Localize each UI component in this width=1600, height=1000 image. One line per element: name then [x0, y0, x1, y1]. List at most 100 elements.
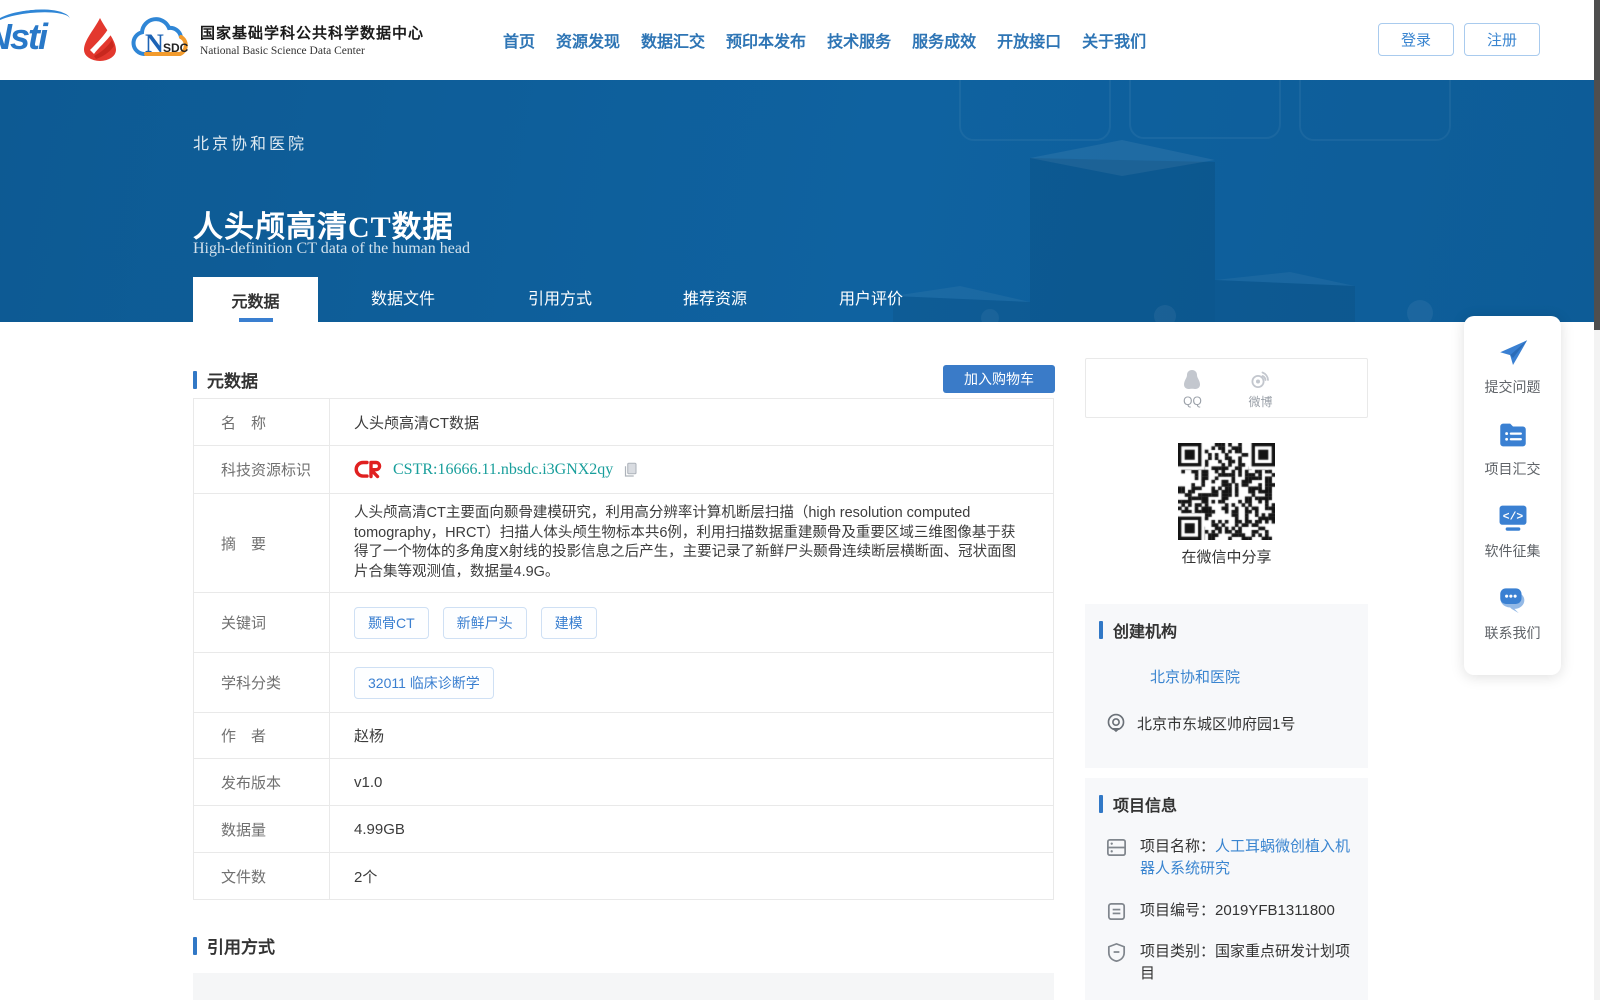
row-value: v1.0 [330, 759, 1053, 805]
share-box: QQ 微博 [1085, 358, 1368, 418]
code-monitor-icon: </> [1496, 500, 1530, 534]
page-scrollbar[interactable] [1594, 0, 1600, 1000]
section-accent-bar [1099, 795, 1103, 813]
row-value: 人头颅高清CT数据 [330, 399, 1053, 445]
floating-action-panel: 提交问题 项目汇交 </> 软件征集 联系 [1464, 316, 1561, 675]
nsdc-logo-text: 国家基础学科公共科学数据中心 National Basic Science Da… [200, 22, 424, 57]
row-value: 4.99GB [330, 806, 1053, 852]
red-flame-logo[interactable] [80, 16, 120, 62]
organization-address: 北京市东城区帅府园1号 [1105, 712, 1295, 734]
nsti-logo[interactable]: Nsti [0, 16, 46, 58]
section-accent-bar [193, 937, 197, 955]
keyword-tag[interactable]: 新鲜尸头 [443, 607, 527, 639]
project-name-item: 项目名称：人工耳蜗微创植入机器人系统研究 [1105, 836, 1352, 880]
organization-box-title: 创建机构 [1099, 618, 1177, 642]
row-value: CSTR:16666.11.nbsdc.i3GNX2qy [330, 446, 1053, 493]
cstr-logo-icon [354, 459, 385, 480]
nav-item-resource-discovery[interactable]: 资源发现 [556, 28, 620, 52]
table-row-cstr: 科技资源标识 CSTR:16666.11.nbsdc.i3GNX2qy [194, 446, 1053, 494]
row-label: 作 者 [194, 713, 330, 758]
nav-item-tech-service[interactable]: 技术服务 [827, 28, 891, 52]
svg-text:N: N [145, 29, 164, 58]
hero-banner: 北京协和医院 人头颅高清CT数据 High-definition CT data… [0, 80, 1600, 322]
table-row-name: 名 称 人头颅高清CT数据 [194, 399, 1053, 446]
copy-icon[interactable] [621, 460, 639, 480]
login-button[interactable]: 登录 [1378, 23, 1454, 56]
row-label: 数据量 [194, 806, 330, 852]
row-value: 人头颅高清CT主要面向颞骨建模研究，利用高分辨率计算机断层扫描（high res… [330, 494, 1053, 592]
row-label: 文件数 [194, 853, 330, 899]
nsdc-logo[interactable]: N SDC 国家基础学科公共科学数据中心 National Basic Scie… [130, 16, 424, 62]
table-row-author: 作 者 赵杨 [194, 713, 1053, 759]
table-row-subject: 学科分类 32011 临床诊断学 [194, 653, 1053, 713]
abstract-text: 人头颅高清CT主要面向颞骨建模研究，利用高分辨率计算机断层扫描（high res… [354, 494, 1053, 592]
project-code-item: 项目编号：2019YFB1311800 [1105, 900, 1352, 923]
nav-item-preprint-publish[interactable]: 预印本发布 [726, 28, 806, 52]
row-label: 学科分类 [194, 653, 330, 712]
svg-text:SDC: SDC [163, 41, 189, 55]
keyword-tag[interactable]: 建模 [541, 607, 597, 639]
nav-item-service-results[interactable]: 服务成效 [912, 28, 976, 52]
share-weibo[interactable]: 微博 [1248, 367, 1272, 410]
float-item-submit-question[interactable]: 提交问题 [1464, 336, 1561, 418]
project-name-icon [1105, 836, 1128, 859]
row-label: 摘 要 [194, 494, 330, 592]
metadata-table: 名 称 人头颅高清CT数据 科技资源标识 CSTR:16666.11.nbsdc… [193, 398, 1054, 900]
row-value: 赵杨 [330, 713, 1053, 758]
svg-text:</>: </> [1502, 512, 1523, 524]
page: Nsti N SDC 国家基础学科公共科学数据中心 National Basic… [0, 0, 1600, 1000]
keyword-tag[interactable]: 颞骨CT [354, 607, 429, 639]
float-item-software-collection[interactable]: </> 软件征集 [1464, 500, 1561, 582]
table-row-keywords: 关键词 颞骨CT 新鲜尸头 建模 [194, 593, 1053, 653]
nsti-swoosh-icon [0, 6, 71, 40]
tab-user-reviews[interactable]: 用户评价 [811, 277, 931, 322]
wechat-share-tip: 在微信中分享 [1085, 546, 1368, 567]
scrollbar-thumb[interactable] [1594, 0, 1600, 330]
cstr-identifier-link[interactable]: CSTR:16666.11.nbsdc.i3GNX2qy [393, 461, 613, 479]
subject-tag[interactable]: 32011 临床诊断学 [354, 667, 494, 699]
tab-metadata[interactable]: 元数据 [193, 277, 318, 322]
float-item-project-submission[interactable]: 项目汇交 [1464, 418, 1561, 500]
active-tab-underline [239, 318, 273, 322]
row-label: 名 称 [194, 399, 330, 445]
nav-item-open-api[interactable]: 开放接口 [997, 28, 1061, 52]
tab-citation[interactable]: 引用方式 [500, 277, 620, 322]
table-row-size: 数据量 4.99GB [194, 806, 1053, 853]
row-value: 2个 [330, 853, 1053, 899]
citation-section-title: 引用方式 [193, 933, 275, 958]
nav-item-about-us[interactable]: 关于我们 [1082, 28, 1146, 52]
paper-plane-icon [1496, 336, 1530, 370]
float-item-contact-us[interactable]: 联系我们 [1464, 582, 1561, 664]
qq-icon [1180, 368, 1204, 392]
share-qq[interactable]: QQ [1180, 368, 1204, 408]
project-type-item: 项目类别：国家重点研发计划项目 [1105, 941, 1352, 985]
main-nav: 首页 资源发现 数据汇交 预印本发布 技术服务 服务成效 开放接口 关于我们 [503, 0, 1146, 80]
register-button[interactable]: 注册 [1464, 23, 1540, 56]
organization-link[interactable]: 北京协和医院 [1150, 666, 1240, 687]
table-row-version: 发布版本 v1.0 [194, 759, 1053, 806]
project-code-icon [1105, 900, 1128, 923]
project-box-title: 项目信息 [1099, 792, 1177, 816]
header: Nsti N SDC 国家基础学科公共科学数据中心 National Basic… [0, 0, 1600, 80]
citation-content-box [193, 973, 1054, 1000]
section-accent-bar [193, 371, 197, 389]
row-value: 颞骨CT 新鲜尸头 建模 [330, 593, 1053, 652]
add-to-cart-button[interactable]: 加入购物车 [943, 365, 1055, 393]
nav-item-data-submission[interactable]: 数据汇交 [641, 28, 705, 52]
dataset-subtitle: High-definition CT data of the human hea… [193, 240, 470, 258]
auth-buttons: 登录 注册 [1378, 23, 1540, 56]
organization-box: 创建机构 北京协和医院 北京市东城区帅府园1号 [1085, 604, 1368, 768]
project-list-icon [1496, 418, 1530, 452]
nsdc-cloud-icon: N SDC [130, 16, 194, 62]
location-pin-icon [1105, 712, 1127, 734]
row-value: 32011 临床诊断学 [330, 653, 1053, 712]
tab-recommended[interactable]: 推荐资源 [655, 277, 775, 322]
metadata-section-title: 元数据 [193, 367, 258, 392]
chat-bubbles-icon [1496, 582, 1530, 616]
section-accent-bar [1099, 621, 1103, 639]
weibo-icon [1248, 367, 1272, 391]
row-label: 关键词 [194, 593, 330, 652]
nav-item-home[interactable]: 首页 [503, 28, 535, 52]
project-info-box: 项目信息 项目名称：人工耳蜗微创植入机器人系统研究 项目编号：2019YFB13… [1085, 778, 1368, 1000]
tab-data-files[interactable]: 数据文件 [343, 277, 463, 322]
